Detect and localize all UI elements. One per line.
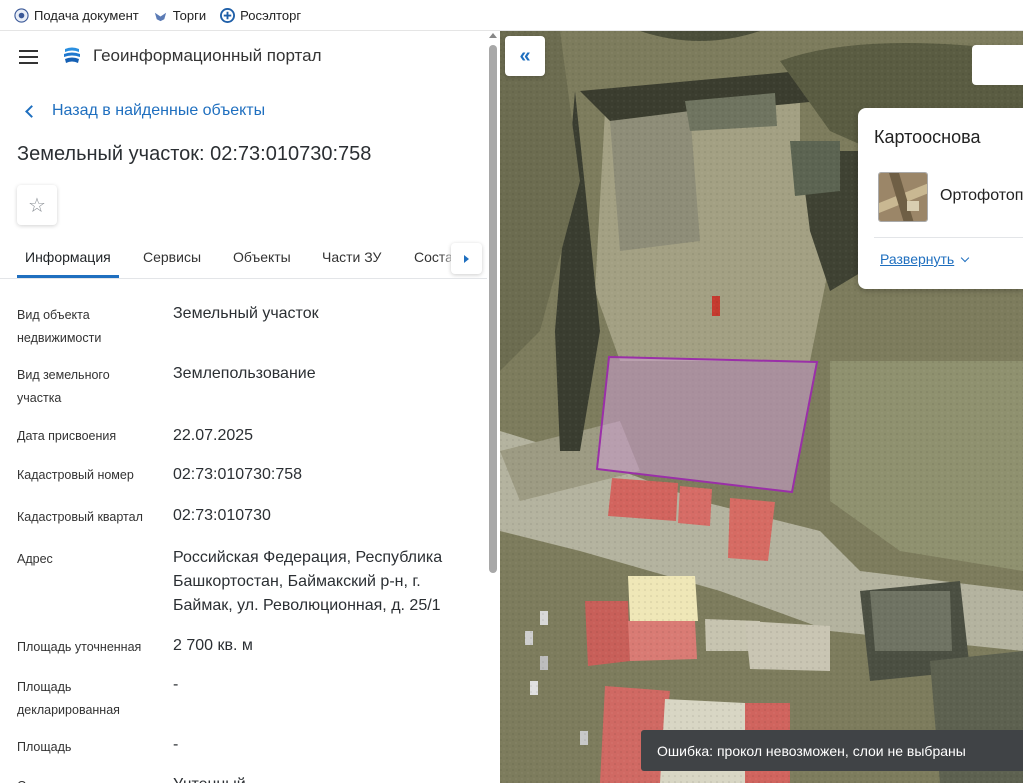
emblem-icon (14, 7, 29, 23)
property-key: Вид земельного участка (17, 368, 110, 405)
eagle-icon (154, 12, 166, 21)
bookmark-label: Росэлторг (240, 7, 302, 23)
property-value: Учтенный (173, 773, 473, 783)
basemap-panel: Картооснова Ортофотоп Развернуть (858, 108, 1023, 289)
bookmark-podacha[interactable]: Подача документ (14, 8, 139, 23)
chevron-left-icon (25, 104, 38, 118)
property-key: Площадь (17, 740, 72, 754)
portal-logo-icon (64, 47, 80, 63)
tabs-scroll-right-button[interactable] (451, 243, 482, 274)
toast-message: Ошибка: прокол невозможен, слои не выбра… (657, 742, 966, 759)
error-toast: Ошибка: прокол невозможен, слои не выбра… (641, 730, 1023, 771)
tab-information[interactable]: Информация (25, 249, 111, 265)
expand-basemaps-link[interactable]: Развернуть (880, 251, 970, 267)
roseltorg-icon (220, 7, 236, 23)
star-icon: ☆ (28, 194, 46, 217)
chevron-down-icon (960, 253, 970, 263)
menu-icon[interactable] (19, 48, 39, 64)
property-value: - (173, 676, 179, 693)
basemap-title: Картооснова (874, 127, 981, 147)
back-link-label: Назад в найденные объекты (52, 102, 266, 119)
collapse-panel-button[interactable]: « (505, 36, 545, 76)
tab-parts[interactable]: Части ЗУ (322, 249, 381, 265)
property-value: - (173, 736, 179, 753)
double-chevron-left-icon: « (519, 44, 531, 67)
tab-objects[interactable]: Объекты (233, 249, 291, 265)
bookmark-label: Торги (172, 7, 207, 23)
bookmark-label: Подача документ (34, 7, 139, 23)
property-key: Статус (17, 775, 157, 783)
expand-label: Развернуть (880, 251, 955, 267)
object-title: Земельный участок: 02:73:010730:758 (17, 143, 372, 165)
property-key: Площадь декларированная (17, 680, 120, 717)
property-value: 22.07.2025 (173, 427, 254, 444)
property-value: 02:73:010730:758 (173, 466, 303, 483)
bookmark-roseltorg[interactable]: Росэлторг (220, 7, 302, 23)
bookmark-torgi[interactable]: Торги (153, 8, 206, 23)
property-value: Землепользование (173, 365, 316, 382)
portal-title: Геоинформационный портал (93, 46, 322, 65)
divider (874, 237, 1023, 238)
scrollbar-thumb[interactable] (489, 45, 497, 573)
tab-bar: Информация Сервисы Объекты Части ЗУ Сост… (0, 239, 487, 279)
back-to-results-link[interactable]: Назад в найденные объекты (23, 102, 265, 120)
property-value: 2 700 кв. м (173, 637, 253, 654)
property-key: Кадастровый номер (17, 468, 134, 482)
property-key: Кадастровый квартал (17, 510, 143, 524)
active-tab-indicator (17, 275, 119, 278)
property-value: 02:73:010730 (173, 507, 271, 524)
parcel-outline[interactable] (595, 355, 819, 494)
basemap-option-orthophoto[interactable]: Ортофотоп (878, 172, 1023, 222)
map-search-box[interactable] (972, 45, 1023, 85)
basemap-option-label: Ортофотоп (940, 187, 1023, 204)
caret-right-icon (464, 254, 469, 263)
orthophoto-thumbnail (878, 172, 928, 222)
property-key: Адрес (17, 552, 53, 566)
property-key: Вид объекта недвижимости (17, 308, 102, 345)
property-value: Земельный участок (173, 305, 319, 322)
panel-scrollbar[interactable] (487, 31, 500, 783)
property-value: Российская Федерация, Республика Башкорт… (173, 549, 443, 614)
property-key: Площадь уточненная (17, 640, 142, 654)
bookmarks-bar: Подача документ Торги Росэлторг (0, 0, 1023, 31)
tab-services[interactable]: Сервисы (143, 249, 201, 265)
scroll-up-arrow-icon[interactable] (489, 33, 497, 38)
favorite-button[interactable]: ☆ (17, 185, 57, 225)
object-info-panel: Геоинформационный портал Назад в найденн… (0, 31, 500, 783)
app-header: Геоинформационный портал (0, 31, 487, 81)
property-key: Дата присвоения (17, 429, 117, 443)
